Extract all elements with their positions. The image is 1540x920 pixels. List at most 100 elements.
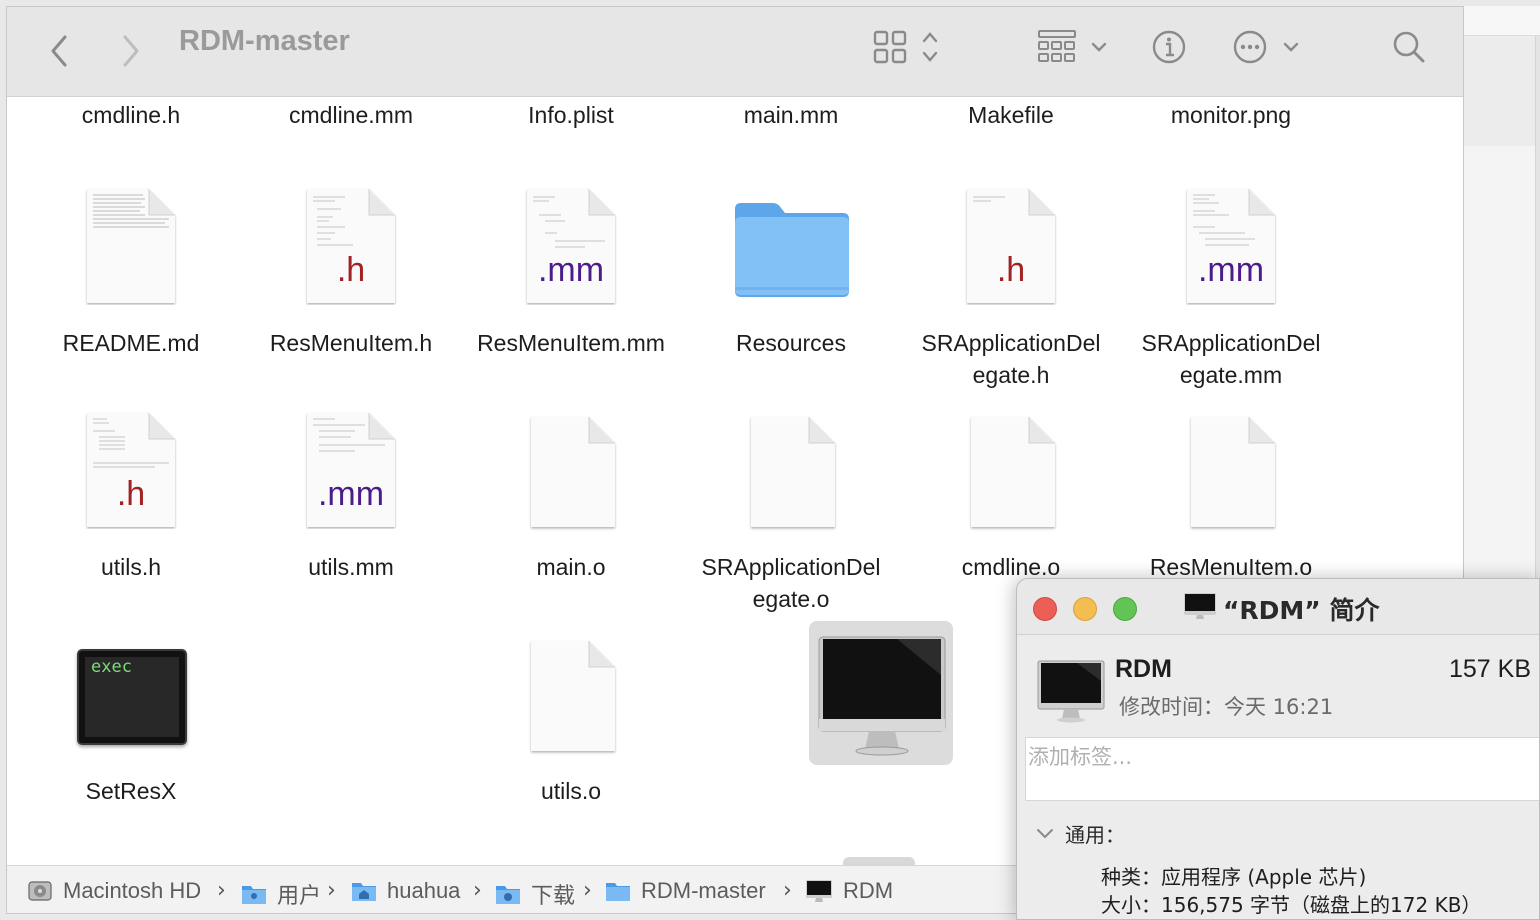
chevron-right-icon[interactable] xyxy=(115,31,147,71)
downloads-folder-icon xyxy=(496,886,520,904)
file-item-resmenuitem-h[interactable]: .h ResMenuItem.h xyxy=(241,183,461,363)
path-item-macintosh-hd[interactable]: Macintosh HD xyxy=(27,878,201,904)
chevron-left-icon[interactable] xyxy=(43,31,75,71)
file-badge: .h xyxy=(996,251,1026,289)
file-item-utils-mm[interactable]: .mm utils.mm xyxy=(241,407,461,587)
exec-label: exec xyxy=(91,657,132,677)
terminal-exec-icon: exec xyxy=(77,649,187,745)
file-item[interactable]: cmdline.h xyxy=(21,97,241,133)
finder-toolbar: RDM-master xyxy=(7,7,1463,97)
file-label: Makefile xyxy=(968,102,1054,128)
close-button[interactable] xyxy=(1033,597,1057,621)
file-label: ResMenuItem.mm xyxy=(477,330,665,356)
file-item-main-o[interactable]: main.o xyxy=(461,407,681,587)
file-item-srappdelegate-h[interactable]: .h SRApplicationDel egate.h xyxy=(901,183,1121,393)
file-label-line1: SRApplicationDel xyxy=(1141,330,1321,356)
file-item[interactable]: cmdline.mm xyxy=(241,97,461,133)
blank-document-icon xyxy=(531,417,615,527)
info-kind: 种类：应用程序 (Apple 芯片) xyxy=(1101,865,1367,889)
file-item[interactable]: Info.plist xyxy=(461,97,681,133)
blank-document-icon xyxy=(751,417,835,527)
file-item-utils-o[interactable]: utils.o xyxy=(461,631,681,811)
background-window-titlebar xyxy=(1463,6,1540,36)
file-label: main.o xyxy=(536,554,606,580)
path-separator: › xyxy=(473,878,482,903)
ellipsis-icon[interactable] xyxy=(1231,27,1307,67)
users-folder-icon xyxy=(242,886,266,904)
path-item-downloads[interactable]: 下载 xyxy=(495,878,575,910)
file-label-line2: egate.o xyxy=(752,586,830,612)
home-folder-icon xyxy=(352,883,376,901)
file-item-resmenuitem-mm[interactable]: .mm ResMenuItem.mm xyxy=(461,183,681,363)
path-item-users[interactable]: 用户 xyxy=(241,878,321,910)
file-label: Info.plist xyxy=(528,102,614,128)
folder-item-resources[interactable]: Resources xyxy=(681,183,901,363)
get-info-window: “RDM” 简介 RDM 157 KB 修改时间：今天 16:21 通用： 种类… xyxy=(1016,578,1540,920)
general-section-label: 通用： xyxy=(1065,823,1125,847)
group-icon[interactable] xyxy=(1037,27,1113,67)
file-badge: .mm xyxy=(1197,251,1265,289)
file-label: utils.h xyxy=(100,554,162,580)
info-titlebar: “RDM” 简介 xyxy=(1017,579,1539,635)
search-icon[interactable] xyxy=(1389,27,1429,67)
blank-document-icon xyxy=(1191,417,1275,527)
file-item-resmenuitem-o[interactable]: ResMenuItem.o xyxy=(1121,407,1341,587)
info-app-name: RDM xyxy=(1115,655,1172,683)
file-item[interactable]: Makefile xyxy=(901,97,1121,133)
tags-field[interactable] xyxy=(1025,737,1539,801)
app-item-rdm-selected[interactable]: RDM xyxy=(769,613,989,891)
file-label-line2: egate.mm xyxy=(1179,362,1283,388)
minimize-button[interactable] xyxy=(1073,597,1097,621)
file-item[interactable]: monitor.png xyxy=(1121,97,1341,133)
info-window-title: “RDM” 简介 xyxy=(1223,596,1380,625)
path-separator: › xyxy=(583,878,592,903)
path-separator: › xyxy=(783,878,792,903)
file-item-readme[interactable]: README.md xyxy=(21,183,241,363)
path-label: 下载 xyxy=(531,883,576,908)
info-app-size: 157 KB xyxy=(1448,655,1531,683)
chevron-down-icon xyxy=(1037,828,1053,838)
zoom-button[interactable] xyxy=(1113,597,1137,621)
file-badge: .mm xyxy=(317,475,385,513)
tags-input[interactable] xyxy=(1026,740,1539,774)
file-label: README.md xyxy=(62,330,200,356)
grid-view-icon[interactable] xyxy=(873,27,949,67)
file-label: utils.mm xyxy=(308,554,394,580)
info-bytes: 大小：156,575 字节（磁盘上的172 KB） xyxy=(1101,893,1482,917)
path-label: RDM-master xyxy=(641,878,766,903)
file-item-srappdelegate-mm[interactable]: .mm SRApplicationDel egate.mm xyxy=(1121,183,1341,393)
path-label: RDM xyxy=(843,878,894,903)
path-label: 用户 xyxy=(277,883,322,908)
path-item-home[interactable]: huahua xyxy=(351,878,460,904)
info-modified-date: 修改时间：今天 16:21 xyxy=(1119,695,1334,719)
file-item-utils-h[interactable]: .h utils.h xyxy=(21,407,241,587)
path-item-rdm[interactable]: RDM xyxy=(805,878,893,904)
file-label: SetResX xyxy=(85,778,177,804)
file-label-line1: SRApplicationDel xyxy=(701,554,881,580)
file-item-srappdelegate-o[interactable]: SRApplicationDel egate.o xyxy=(681,407,901,617)
file-item-setresx[interactable]: exec SetResX xyxy=(21,631,241,811)
file-badge: .mm xyxy=(537,251,605,289)
folder-icon xyxy=(735,203,849,297)
path-separator: › xyxy=(327,878,336,903)
blank-document-icon xyxy=(531,641,615,751)
file-item[interactable]: main.mm xyxy=(681,97,901,133)
imac-app-icon xyxy=(1184,593,1216,619)
info-icon[interactable] xyxy=(1149,27,1189,67)
imac-app-icon xyxy=(1037,660,1105,723)
file-badge: .h xyxy=(116,475,146,513)
file-label: ResMenuItem.h xyxy=(269,330,433,356)
file-label-line2: egate.h xyxy=(972,362,1050,388)
general-section-toggle[interactable]: 通用： xyxy=(1035,819,1125,848)
path-label: Macintosh HD xyxy=(63,878,202,903)
file-badge: .h xyxy=(336,251,366,289)
path-item-rdm-master[interactable]: RDM-master xyxy=(605,878,766,904)
path-separator: › xyxy=(217,878,226,903)
file-label: Resources xyxy=(736,330,846,356)
file-item-cmdline-o[interactable]: cmdline.o xyxy=(901,407,1121,587)
app-icon xyxy=(806,880,832,902)
file-label: utils.o xyxy=(540,778,602,804)
file-label: cmdline.h xyxy=(81,102,181,128)
blank-document-icon xyxy=(971,417,1055,527)
imac-app-icon xyxy=(818,636,946,756)
